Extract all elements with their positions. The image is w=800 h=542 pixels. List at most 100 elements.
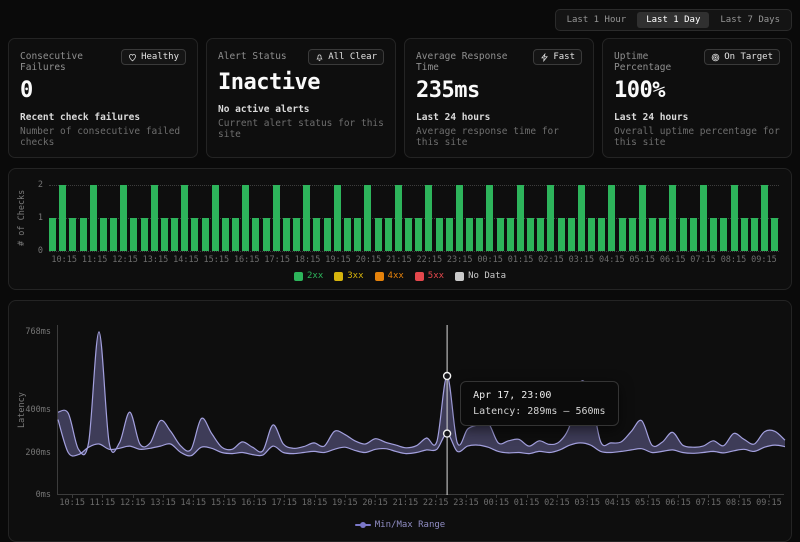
bar-2xx[interactable]	[90, 185, 97, 251]
bar-2xx[interactable]	[212, 185, 219, 251]
bar-2xx[interactable]	[537, 218, 544, 251]
legend-item-3xx[interactable]: 3xx	[334, 271, 363, 281]
bar-2xx[interactable]	[232, 218, 239, 251]
legend-item-4xx[interactable]: 4xx	[375, 271, 404, 281]
bar-2xx[interactable]	[69, 218, 76, 251]
bar-2xx[interactable]	[364, 185, 371, 251]
bar-2xx[interactable]	[354, 218, 361, 251]
bar-2xx[interactable]	[517, 185, 524, 251]
bar-2xx[interactable]	[283, 218, 290, 251]
x-tick-label: 16:15	[239, 498, 269, 508]
bar-2xx[interactable]	[629, 218, 636, 251]
bar-2xx[interactable]	[375, 218, 382, 251]
bar-2xx[interactable]	[222, 218, 229, 251]
bar-2xx[interactable]	[649, 218, 656, 251]
bar-2xx[interactable]	[741, 218, 748, 251]
latency-area-chart[interactable]	[57, 325, 784, 495]
latency-chart-x-axis-labels: 10:1511:1512:1513:1514:1515:1516:1517:15…	[57, 498, 784, 508]
bar-2xx[interactable]	[486, 185, 493, 251]
bar-2xx[interactable]	[242, 185, 249, 251]
bar-2xx[interactable]	[700, 185, 707, 251]
y-tick-label: 1	[15, 213, 43, 223]
bar-2xx[interactable]	[395, 185, 402, 251]
zap-icon	[540, 53, 549, 62]
x-tick-label: 07:15	[688, 255, 718, 265]
legend-label: No Data	[468, 271, 506, 281]
bar-2xx[interactable]	[49, 218, 56, 251]
bar-2xx[interactable]	[771, 218, 778, 251]
bar-2xx[interactable]	[639, 185, 646, 251]
bar-2xx[interactable]	[608, 185, 615, 251]
bar-2xx[interactable]	[263, 218, 270, 251]
bar-2xx[interactable]	[181, 185, 188, 251]
bar-2xx[interactable]	[415, 218, 422, 251]
bar-2xx[interactable]	[130, 218, 137, 251]
bar-2xx[interactable]	[547, 185, 554, 251]
bar-2xx[interactable]	[334, 185, 341, 251]
legend-item-5xx[interactable]: 5xx	[415, 271, 444, 281]
latency-chart-panel: Latency 0ms200ms400ms768ms 10:1511:1512:…	[8, 300, 792, 542]
bar-2xx[interactable]	[324, 218, 331, 251]
x-tick-label: 21:15	[384, 255, 414, 265]
bar-2xx[interactable]	[751, 218, 758, 251]
bar-2xx[interactable]	[466, 218, 473, 251]
bar-2xx[interactable]	[191, 218, 198, 251]
bar-2xx[interactable]	[425, 185, 432, 251]
legend-item-2xx[interactable]: 2xx	[294, 271, 323, 281]
bar-2xx[interactable]	[731, 185, 738, 251]
stat-description: Number of consecutive failed checks	[20, 126, 186, 148]
bar-2xx[interactable]	[456, 185, 463, 251]
bar-2xx[interactable]	[558, 218, 565, 251]
bar-2xx[interactable]	[405, 218, 412, 251]
legend-item-min-max-range[interactable]: Min/Max Range	[355, 520, 445, 530]
bar-2xx[interactable]	[710, 218, 717, 251]
bar-2xx[interactable]	[344, 218, 351, 251]
x-tick-label: 20:15	[360, 498, 390, 508]
bar-2xx[interactable]	[273, 185, 280, 251]
bar-2xx[interactable]	[303, 185, 310, 251]
axis-tick	[587, 495, 588, 498]
bar-2xx[interactable]	[100, 218, 107, 251]
time-range-last-7-days[interactable]: Last 7 Days	[711, 12, 789, 28]
bar-2xx[interactable]	[120, 185, 127, 251]
bar-2xx[interactable]	[252, 218, 259, 251]
bar-2xx[interactable]	[171, 218, 178, 251]
x-tick-label: 23:15	[444, 255, 474, 265]
axis-tick	[436, 495, 437, 498]
badge-label: Healthy	[141, 52, 179, 62]
time-range-last-1-hour[interactable]: Last 1 Hour	[558, 12, 636, 28]
bar-2xx[interactable]	[690, 218, 697, 251]
bar-2xx[interactable]	[110, 218, 117, 251]
bar-2xx[interactable]	[293, 218, 300, 251]
bar-2xx[interactable]	[598, 218, 605, 251]
legend-item-no-data[interactable]: No Data	[455, 271, 506, 281]
bar-2xx[interactable]	[578, 185, 585, 251]
bar-2xx[interactable]	[151, 185, 158, 251]
bar-2xx[interactable]	[507, 218, 514, 251]
bar-2xx[interactable]	[313, 218, 320, 251]
bar-2xx[interactable]	[446, 218, 453, 251]
bar-2xx[interactable]	[619, 218, 626, 251]
bar-2xx[interactable]	[588, 218, 595, 251]
bar-2xx[interactable]	[680, 218, 687, 251]
bar-2xx[interactable]	[436, 218, 443, 251]
bar-2xx[interactable]	[80, 218, 87, 251]
bar-2xx[interactable]	[527, 218, 534, 251]
bar-2xx[interactable]	[161, 218, 168, 251]
bar-2xx[interactable]	[385, 218, 392, 251]
bar-2xx[interactable]	[476, 218, 483, 251]
bar-2xx[interactable]	[141, 218, 148, 251]
bar-2xx[interactable]	[720, 218, 727, 251]
bar-2xx[interactable]	[202, 218, 209, 251]
bar-2xx[interactable]	[497, 218, 504, 251]
x-tick-label: 12:15	[118, 498, 148, 508]
bar-2xx[interactable]	[659, 218, 666, 251]
bar-2xx[interactable]	[669, 185, 676, 251]
bar-2xx[interactable]	[761, 185, 768, 251]
bar-2xx[interactable]	[568, 218, 575, 251]
time-range-last-1-day[interactable]: Last 1 Day	[637, 12, 709, 28]
x-tick-label: 02:15	[536, 255, 566, 265]
checks-bar-chart	[49, 185, 779, 251]
bar-chart-x-axis-labels: 10:1511:1512:1513:1514:1515:1516:1517:15…	[49, 255, 779, 265]
bar-2xx[interactable]	[59, 185, 66, 251]
